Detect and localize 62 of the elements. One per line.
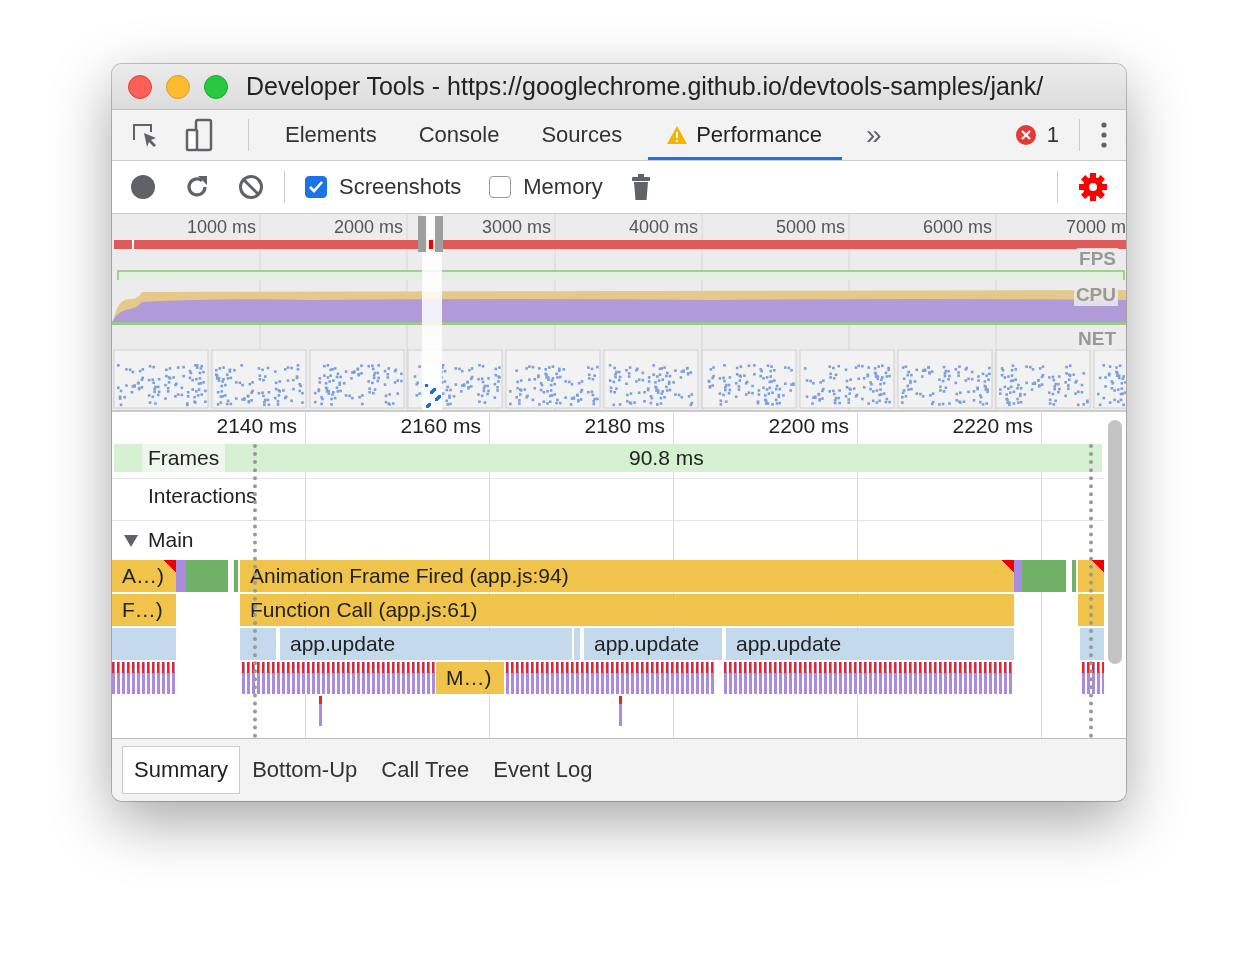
flame-block[interactable]: Animation Frame Fired (app.js:94) — [240, 560, 1014, 592]
time-label: 4000 ms — [628, 217, 698, 238]
overview-drawing[interactable] — [112, 214, 1126, 410]
flame-block[interactable]: app.update — [724, 628, 1014, 660]
flame-block[interactable]: Function Call (app.js:61) — [240, 594, 1014, 626]
time-label: 5000 ms — [775, 217, 845, 238]
trash-icon[interactable] — [630, 173, 651, 201]
flame-block[interactable] — [1082, 662, 1104, 694]
menu-icon[interactable] — [1100, 121, 1108, 149]
details-tab[interactable]: Summary — [122, 746, 241, 794]
flame-block[interactable] — [240, 628, 276, 660]
details-tab[interactable]: Bottom-Up — [240, 746, 370, 794]
check-icon — [308, 180, 324, 194]
record-icon[interactable] — [130, 174, 156, 200]
time-label: 2000 ms — [333, 217, 403, 238]
time-label: 2160 ms — [400, 414, 481, 438]
minimize-button[interactable] — [166, 74, 190, 99]
zoom-button[interactable] — [204, 74, 228, 99]
flame-block[interactable] — [242, 662, 436, 694]
close-button[interactable] — [128, 74, 152, 99]
error-count: 1 — [1046, 122, 1059, 148]
time-label: 7000 m — [1065, 217, 1126, 238]
time-label: 6000 ms — [922, 217, 992, 238]
panel-tab[interactable]: Console — [402, 110, 516, 160]
window-title: Developer Tools - https://googlechrome.github.io/devtools-samples/jank/ — [246, 72, 1044, 101]
frame-duration: 90.8 ms — [629, 445, 704, 471]
details-tab[interactable]: Call Tree — [369, 746, 482, 794]
panel-tab[interactable]: Elements — [269, 110, 393, 160]
checkbox-label[interactable]: Memory — [523, 174, 603, 200]
flame-block[interactable] — [506, 662, 714, 694]
checkbox[interactable] — [489, 176, 512, 198]
device-icon[interactable] — [184, 118, 214, 152]
triangle-icon — [124, 535, 138, 547]
flame-block[interactable]: F…) — [112, 594, 176, 626]
track-label: Frames — [142, 444, 226, 472]
settings-icon[interactable] — [1078, 172, 1108, 202]
checkbox[interactable] — [305, 176, 327, 198]
more-tabs-button[interactable]: » — [852, 119, 896, 151]
time-label: 3000 ms — [481, 217, 551, 238]
flame-block[interactable]: app.update — [582, 628, 722, 660]
flame-block[interactable] — [112, 662, 176, 694]
flame-block[interactable] — [724, 662, 1014, 694]
frame-bar[interactable]: Frames 90.8 ms — [114, 444, 1102, 472]
checkbox-label[interactable]: Screenshots — [339, 174, 462, 200]
error-icon — [1014, 124, 1037, 146]
time-label: 2180 ms — [584, 414, 665, 438]
time-label: 2220 ms — [952, 414, 1033, 438]
flame-block[interactable] — [1078, 560, 1104, 592]
track-label: Interactions — [148, 484, 257, 508]
panel-tab[interactable]: Sources — [525, 110, 639, 160]
details-tab[interactable]: Event Log — [481, 746, 605, 794]
scrollbar[interactable] — [1108, 420, 1122, 664]
time-label: 2200 ms — [768, 414, 849, 438]
time-label: 2140 ms — [216, 414, 297, 438]
flame-block[interactable]: M…) — [436, 662, 504, 694]
time-label: 1000 ms — [186, 217, 256, 238]
flame-block[interactable]: A…) — [112, 560, 176, 592]
reload-icon[interactable] — [184, 174, 210, 200]
flame-block[interactable] — [1080, 628, 1104, 660]
flame-block[interactable]: app.update — [278, 628, 572, 660]
main-track-toggle[interactable]: Main — [122, 526, 196, 554]
clear-icon[interactable] — [238, 174, 264, 200]
